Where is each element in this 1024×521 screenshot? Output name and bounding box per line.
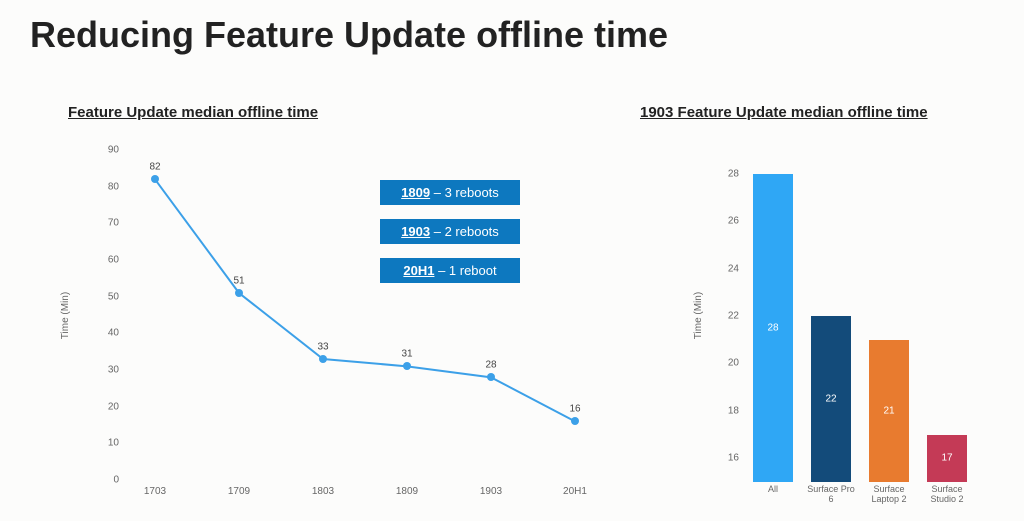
line-chart-ytick: 90: [94, 145, 119, 156]
line-chart: Time (Min) 01020304050607080901703170918…: [90, 140, 610, 490]
line-chart-ytick: 80: [94, 181, 119, 192]
line-chart-ytick: 0: [94, 475, 119, 486]
line-chart-data-label: 33: [317, 341, 328, 352]
bar-chart-ytick: 24: [719, 263, 739, 274]
bar-chart-xtick: Surface Laptop 2: [864, 485, 914, 505]
bar-chart-ytick: 26: [719, 216, 739, 227]
right-chart-title: 1903 Feature Update median offline time: [640, 104, 928, 121]
bar-chart-bar: 22: [811, 316, 851, 482]
bar-chart-value-label: 21: [869, 405, 909, 416]
bar-chart-value-label: 22: [811, 394, 851, 405]
line-chart-point: [319, 355, 327, 363]
bar-chart-bar: 17: [927, 435, 967, 482]
line-chart-ytick: 40: [94, 328, 119, 339]
bar-chart-ytick: 28: [719, 168, 739, 179]
line-chart-data-label: 16: [569, 404, 580, 415]
bar-chart-ytick: 16: [719, 453, 739, 464]
bar-chart-xtick: Surface Pro 6: [806, 485, 856, 505]
slide-title: Reducing Feature Update offline time: [30, 14, 668, 56]
line-chart-point: [571, 417, 579, 425]
bar-chart-ytick: 20: [719, 358, 739, 369]
bar-chart-value-label: 28: [753, 322, 793, 333]
bar-chart-ylabel: Time (Min): [693, 292, 704, 339]
line-chart-xtick: 1809: [396, 486, 418, 497]
line-chart-xtick: 1703: [144, 486, 166, 497]
line-chart-xtick: 1903: [480, 486, 502, 497]
bar-chart-ytick: 22: [719, 311, 739, 322]
line-chart-point: [403, 362, 411, 370]
line-chart-data-label: 82: [149, 162, 160, 173]
line-chart-ytick: 20: [94, 401, 119, 412]
line-chart-data-label: 28: [485, 360, 496, 371]
bar-chart-bar: 21: [869, 340, 909, 482]
bar-chart-ytick: 18: [719, 405, 739, 416]
bar-chart-bar: 28: [753, 174, 793, 482]
bar-chart-xtick: Surface Studio 2: [922, 485, 972, 505]
line-chart-ytick: 10: [94, 438, 119, 449]
line-chart-point: [151, 175, 159, 183]
line-chart-ylabel: Time (Min): [60, 292, 71, 339]
line-chart-xtick: 1803: [312, 486, 334, 497]
line-chart-ytick: 30: [94, 365, 119, 376]
bar-chart-xtick: All: [748, 485, 798, 495]
left-chart-title: Feature Update median offline time: [68, 104, 318, 121]
line-chart-xtick: 1709: [228, 486, 250, 497]
bar-chart-value-label: 17: [927, 453, 967, 464]
line-chart-ytick: 70: [94, 218, 119, 229]
line-chart-data-label: 51: [233, 275, 244, 286]
bar-chart: Time (Min) 1618202224262828All22Surface …: [715, 140, 995, 490]
line-chart-ytick: 50: [94, 291, 119, 302]
line-chart-point: [235, 289, 243, 297]
line-chart-ytick: 60: [94, 255, 119, 266]
line-chart-xtick: 20H1: [563, 486, 587, 497]
line-chart-point: [487, 373, 495, 381]
line-chart-data-label: 31: [401, 349, 412, 360]
